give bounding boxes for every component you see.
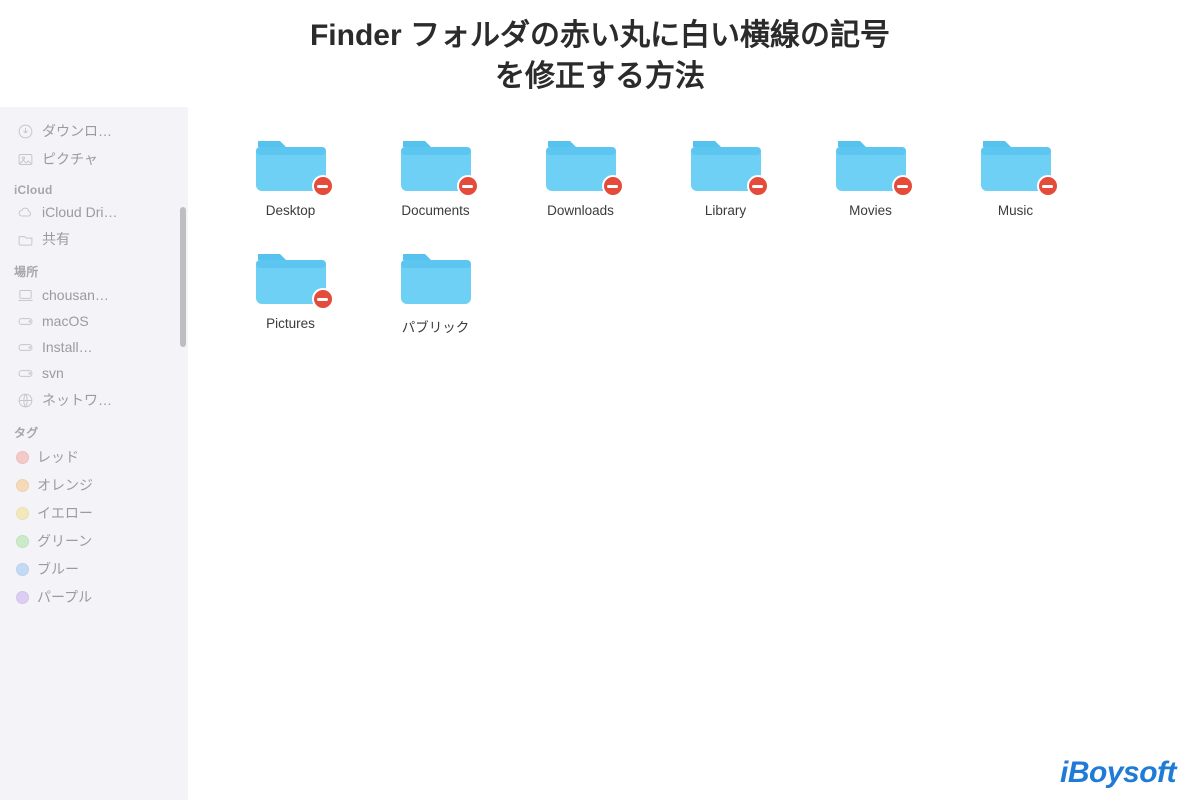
folder-item[interactable]: パブリック (363, 248, 508, 336)
tag-dot-icon (16, 451, 29, 464)
tag-dot-icon (16, 591, 29, 604)
sidebar-item-macos[interactable]: macOS (0, 308, 188, 334)
folder-icon (397, 248, 475, 308)
folder-item[interactable]: Music (943, 135, 1088, 218)
folder-label: Movies (849, 203, 892, 218)
restricted-badge-icon (457, 175, 479, 197)
folder-label: Pictures (266, 316, 315, 331)
sidebar-item-downloads[interactable]: ダウンロ… (0, 117, 188, 145)
folder-item[interactable]: Pictures (218, 248, 363, 336)
folder-label: Documents (401, 203, 469, 218)
sidebar-tag-orange[interactable]: オレンジ (0, 471, 188, 499)
folder-label: パブリック (402, 316, 470, 336)
sidebar-item-label: ネットワ… (42, 390, 112, 410)
sidebar-item-label: chousan… (42, 287, 109, 303)
sidebar-icloud-group: iCloud iCloud Dri… 共有 (0, 177, 188, 253)
restricted-badge-icon (892, 175, 914, 197)
sidebar-favorites-group: ダウンロ… ピクチャ (0, 117, 188, 173)
sidebar-item-label: ピクチャ (42, 149, 98, 169)
sidebar-item-label: macOS (42, 313, 89, 329)
folder-icon (832, 135, 910, 195)
sidebar-item-shared[interactable]: 共有 (0, 225, 188, 253)
finder-sidebar: ダウンロ… ピクチャ iCloud iCloud Dri… (0, 107, 188, 800)
sidebar-item-network[interactable]: ネットワ… (0, 386, 188, 414)
watermark-logo: iBoysoft (1060, 756, 1176, 790)
sidebar-item-label: パープル (37, 587, 92, 607)
shared-icon (16, 230, 34, 248)
sidebar-header-icloud: iCloud (0, 177, 188, 199)
article-title: Finder フォルダの赤い丸に白い横線の記号 を修正する方法 (0, 0, 1200, 107)
folder-icon (252, 135, 330, 195)
finder-content: Desktop Documents Downloads Library Movi… (188, 107, 1200, 800)
sidebar-item-install[interactable]: Install… (0, 334, 188, 360)
finder-window: ダウンロ… ピクチャ iCloud iCloud Dri… (0, 107, 1200, 800)
folder-label: Downloads (547, 203, 614, 218)
disk-icon (16, 364, 34, 382)
disk-icon (16, 312, 34, 330)
cloud-icon (16, 203, 34, 221)
restricted-badge-icon (602, 175, 624, 197)
folder-item[interactable]: Downloads (508, 135, 653, 218)
sidebar-header-locations: 場所 (0, 257, 188, 282)
download-icon (16, 122, 34, 140)
folder-icon (252, 248, 330, 308)
tag-dot-icon (16, 535, 29, 548)
folder-icon (397, 135, 475, 195)
sidebar-item-label: レッド (37, 447, 79, 467)
folder-item[interactable]: Documents (363, 135, 508, 218)
tag-dot-icon (16, 479, 29, 492)
sidebar-locations-group: 場所 chousan… macOS Install… svn (0, 257, 188, 414)
folder-label: Library (705, 203, 746, 218)
sidebar-item-svn[interactable]: svn (0, 360, 188, 386)
tag-dot-icon (16, 507, 29, 520)
sidebar-item-label: iCloud Dri… (42, 204, 117, 220)
sidebar-item-computer[interactable]: chousan… (0, 282, 188, 308)
sidebar-tag-green[interactable]: グリーン (0, 527, 188, 555)
network-icon (16, 391, 34, 409)
sidebar-item-label: グリーン (37, 531, 92, 551)
sidebar-tag-yellow[interactable]: イエロー (0, 499, 188, 527)
restricted-badge-icon (312, 288, 334, 310)
folder-item[interactable]: Movies (798, 135, 943, 218)
folder-icon (542, 135, 620, 195)
folder-grid: Desktop Documents Downloads Library Movi… (218, 135, 1170, 336)
picture-icon (16, 150, 34, 168)
title-line-2: を修正する方法 (495, 60, 705, 93)
folder-label: Music (998, 203, 1033, 218)
sidebar-item-label: イエロー (37, 503, 93, 523)
folder-item[interactable]: Desktop (218, 135, 363, 218)
sidebar-item-pictures[interactable]: ピクチャ (0, 145, 188, 173)
sidebar-scrollbar[interactable] (180, 207, 186, 347)
folder-label: Desktop (266, 203, 316, 218)
sidebar-item-label: オレンジ (37, 475, 93, 495)
sidebar-tag-blue[interactable]: ブルー (0, 555, 188, 583)
sidebar-item-label: ブルー (37, 559, 79, 579)
sidebar-item-label: Install… (42, 339, 93, 355)
restricted-badge-icon (312, 175, 334, 197)
restricted-badge-icon (747, 175, 769, 197)
restricted-badge-icon (1037, 175, 1059, 197)
disk-icon (16, 338, 34, 356)
laptop-icon (16, 286, 34, 304)
sidebar-tags-group: タグ レッド オレンジ イエロー グリーン (0, 418, 188, 611)
title-line-1: Finder フォルダの赤い丸に白い横線の記号 (310, 19, 890, 52)
sidebar-item-icloud-drive[interactable]: iCloud Dri… (0, 199, 188, 225)
sidebar-item-label: svn (42, 365, 64, 381)
folder-item[interactable]: Library (653, 135, 798, 218)
sidebar-tag-purple[interactable]: パープル (0, 583, 188, 611)
sidebar-item-label: 共有 (42, 229, 70, 249)
sidebar-item-label: ダウンロ… (42, 121, 112, 141)
sidebar-tag-red[interactable]: レッド (0, 443, 188, 471)
folder-icon (687, 135, 765, 195)
tag-dot-icon (16, 563, 29, 576)
watermark-text: iBoysoft (1060, 756, 1176, 789)
sidebar-header-tags: タグ (0, 418, 188, 443)
folder-icon (977, 135, 1055, 195)
